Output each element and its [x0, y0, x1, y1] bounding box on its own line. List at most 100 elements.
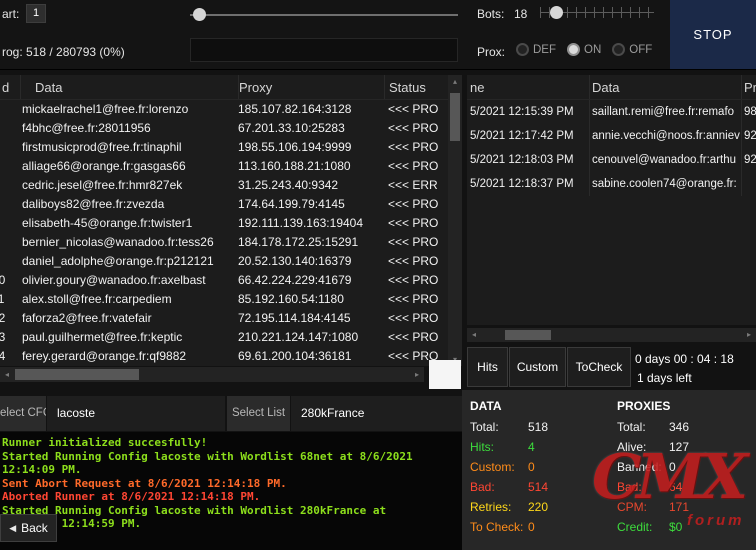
results-table-row[interactable]: 9 daniel_adolphe@orange.fr:p212121 20.52… — [0, 252, 448, 271]
stat-value: 4 — [528, 437, 535, 457]
row-data: saillant.remi@free.fr:remafo — [589, 100, 741, 124]
results-vertical-scrollbar[interactable]: ▴ ▾ — [448, 75, 462, 366]
results-table-row[interactable]: 4 alliage66@orange.fr:gasgas66 113.160.1… — [0, 157, 448, 176]
scroll-up-icon[interactable]: ▴ — [448, 75, 462, 88]
row-status: <<< PRO — [384, 119, 448, 138]
row-data: ferey.gerard@orange.fr:qf9882 — [20, 347, 238, 366]
row-data: faforza2@free.fr:vatefair — [20, 309, 238, 328]
row-data: elisabeth-45@orange.fr:twister1 — [20, 214, 238, 233]
column-header-data[interactable]: Data — [589, 75, 741, 99]
hits-table-row[interactable]: 5/2021 12:15:39 PM saillant.remi@free.fr… — [467, 100, 756, 124]
results-table-row[interactable]: 1 mickaelrachel1@free.fr:lorenzo 185.107… — [0, 100, 448, 119]
row-data: mickaelrachel1@free.fr:lorenzo — [20, 100, 238, 119]
results-table-row[interactable]: 8 bernier_nicolas@wanadoo.fr:tess26 184.… — [0, 233, 448, 252]
row-id: 12 — [0, 309, 12, 328]
tab-tocheck[interactable]: ToCheck — [567, 347, 631, 387]
hits-table-row[interactable]: 5/2021 12:17:42 PM annie.vecchi@noos.fr:… — [467, 124, 756, 148]
row-id: 8 — [0, 233, 12, 252]
bots-label: Bots: — [477, 7, 504, 21]
start-value-box[interactable]: 1 — [26, 4, 46, 23]
scroll-right-icon[interactable]: ▸ — [410, 367, 424, 382]
stop-button[interactable]: STOP — [670, 0, 756, 69]
scroll-left-icon[interactable]: ◂ — [467, 328, 481, 342]
select-list-button[interactable]: Select List — [227, 396, 290, 431]
stat-label: Custom: — [470, 457, 528, 477]
scroll-right-icon[interactable]: ▸ — [742, 328, 756, 342]
stat-row: Banned: 0 — [617, 457, 752, 477]
tab-custom[interactable]: Custom — [509, 347, 566, 387]
stat-label: Bad: — [470, 477, 528, 497]
proxy-mode-radios: DEF ON OFF — [516, 43, 652, 56]
results-table-row[interactable]: 6 daliboys82@free.fr:zvezda 174.64.199.7… — [0, 195, 448, 214]
results-horizontal-scrollbar[interactable]: ◂ ▸ — [0, 367, 424, 382]
column-header-id[interactable]: d — [0, 75, 20, 99]
proxy-mode-radio[interactable]: ON — [567, 43, 601, 56]
stat-row: Alive: 127 — [617, 437, 752, 457]
select-config-button[interactable]: elect CFG — [0, 396, 46, 431]
wordlist-value-box[interactable]: 280kFrance — [291, 396, 462, 431]
log-line: Runner initialized succesfully! — [2, 436, 460, 450]
stat-row: Bad: 514 — [470, 477, 612, 497]
stat-label: Credit: — [617, 517, 669, 537]
wordlist-input[interactable] — [190, 38, 458, 62]
log-line: 8/6/2021 12:14:59 PM. — [2, 517, 460, 531]
column-header-proxy[interactable]: Pro — [741, 75, 756, 99]
scrollbar-thumb[interactable] — [450, 93, 460, 141]
column-header-time[interactable]: ne — [467, 75, 589, 99]
stat-value: 127 — [669, 437, 689, 457]
back-button[interactable]: ◀ Back — [0, 514, 57, 542]
scrollbar-thumb[interactable] — [505, 330, 551, 340]
results-table-row[interactable]: 13 paul.guilhermet@free.fr:keptic 210.22… — [0, 328, 448, 347]
start-label: art: — [2, 7, 19, 21]
stat-value: 518 — [528, 417, 548, 437]
hits-horizontal-scrollbar[interactable]: ◂ ▸ — [467, 328, 756, 342]
bots-slider[interactable] — [540, 5, 654, 21]
row-time: 5/2021 12:18:37 PM — [467, 172, 589, 196]
results-table-header: d Data Proxy Status — [0, 75, 448, 100]
slider-thumb[interactable] — [550, 6, 563, 19]
proxy-mode-radio[interactable]: DEF — [516, 43, 556, 56]
row-data: bernier_nicolas@wanadoo.fr:tess26 — [20, 233, 238, 252]
results-table-row[interactable]: 12 faforza2@free.fr:vatefair 72.195.114.… — [0, 309, 448, 328]
row-proxy: 98. — [741, 100, 756, 124]
row-id: 13 — [0, 328, 12, 347]
results-table-row[interactable]: 14 ferey.gerard@orange.fr:qf9882 69.61.2… — [0, 347, 448, 366]
results-table-row[interactable]: 7 elisabeth-45@orange.fr:twister1 192.11… — [0, 214, 448, 233]
results-table-row[interactable]: 2 f4bhc@free.fr:28011956 67.201.33.10:25… — [0, 119, 448, 138]
tab-hits[interactable]: Hits — [467, 347, 508, 387]
stat-label: To Check: — [470, 517, 528, 537]
stat-row: Hits: 4 — [470, 437, 612, 457]
row-time: 5/2021 12:15:39 PM — [467, 100, 589, 124]
progress-label: rog: 518 / 280793 (0%) — [2, 45, 125, 59]
row-proxy — [741, 172, 756, 196]
config-value-box[interactable]: lacoste — [47, 396, 225, 431]
slider-thumb[interactable] — [193, 8, 206, 21]
scroll-left-icon[interactable]: ◂ — [0, 367, 14, 382]
row-id: 14 — [0, 347, 12, 366]
row-status: <<< PRO — [384, 138, 448, 157]
log-line: 12:14:09 PM. — [2, 463, 460, 477]
column-header-proxy[interactable]: Proxy — [238, 75, 384, 99]
column-header-status[interactable]: Status — [384, 75, 448, 99]
start-slider[interactable] — [190, 8, 458, 22]
stat-row: Retries: 220 — [470, 497, 612, 517]
results-table-row[interactable]: 5 cedric.jesel@free.fr:hmr827ek 31.25.24… — [0, 176, 448, 195]
scrollbar-thumb[interactable] — [15, 369, 139, 380]
results-table-row[interactable]: 11 alex.stoll@free.fr:carpediem 85.192.1… — [0, 290, 448, 309]
remaining-timer: 1 days left — [637, 371, 692, 385]
hits-table-row[interactable]: 5/2021 12:18:37 PM sabine.coolen74@orang… — [467, 172, 756, 196]
results-table-row[interactable]: 3 firstmusicprod@free.fr:tinaphil 198.55… — [0, 138, 448, 157]
hits-table-row[interactable]: 5/2021 12:18:03 PM cenouvel@wanadoo.fr:a… — [467, 148, 756, 172]
radio-icon — [612, 43, 625, 56]
row-proxy: 31.25.243.40:9342 — [238, 176, 384, 195]
row-data: alex.stoll@free.fr:carpediem — [20, 290, 238, 309]
row-id: 4 — [0, 157, 12, 176]
results-table-row[interactable]: 10 olivier.goury@wanadoo.fr:axelbast 66.… — [0, 271, 448, 290]
proxy-mode-radio[interactable]: OFF — [612, 43, 652, 56]
results-table-body: 1 mickaelrachel1@free.fr:lorenzo 185.107… — [0, 100, 448, 366]
column-header-data[interactable]: Data — [20, 75, 238, 99]
radio-icon — [516, 43, 529, 56]
stat-value: $0 — [669, 517, 682, 537]
log-line: Started Running Config lacoste with Word… — [2, 450, 460, 464]
data-stats-list: Total: 518 Hits: 4 Custom: 0 Bad: 514 Re… — [470, 417, 612, 537]
